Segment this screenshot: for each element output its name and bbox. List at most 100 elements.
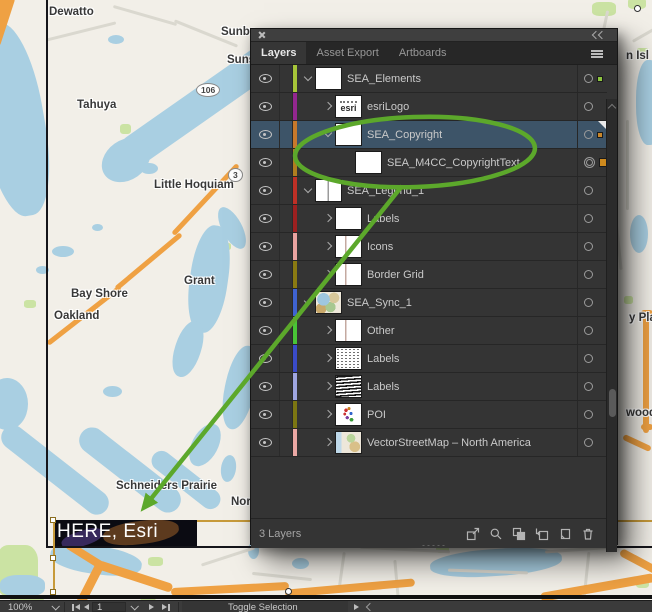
layer-name[interactable]: Icons	[367, 241, 577, 253]
layer-thumbnail[interactable]	[316, 292, 341, 313]
panel-scrollbar[interactable]	[606, 99, 617, 552]
visibility-toggle[interactable]	[251, 177, 280, 204]
layer-row[interactable]: SEA_Elements	[251, 65, 607, 93]
expand-arrow[interactable]	[324, 215, 332, 223]
collect-for-export-icon[interactable]	[466, 527, 480, 541]
expand-arrow[interactable]	[304, 75, 312, 83]
close-icon[interactable]	[257, 31, 265, 39]
zoom-level[interactable]: 100%	[8, 601, 32, 612]
target-circle[interactable]	[584, 130, 593, 139]
lock-toggle[interactable]	[280, 177, 293, 204]
lock-toggle[interactable]	[280, 121, 293, 148]
splitter-chevron-icon[interactable]	[367, 601, 373, 612]
layer-thumbnail[interactable]	[316, 180, 341, 201]
lock-toggle[interactable]	[280, 345, 293, 372]
layer-thumbnail[interactable]	[336, 320, 361, 341]
layer-name[interactable]: Border Grid	[367, 269, 577, 281]
expand-arrow[interactable]	[324, 355, 332, 363]
target-circle[interactable]	[584, 102, 593, 111]
panel-resize-handle[interactable]	[421, 544, 447, 547]
scrollbar-thumb[interactable]	[609, 389, 616, 417]
artboard-dropdown-icon[interactable]	[131, 601, 137, 612]
zoom-dropdown-icon[interactable]	[52, 601, 58, 612]
last-artboard-button[interactable]	[162, 601, 171, 612]
copyright-text-object[interactable]: HERE, Esri	[55, 520, 197, 546]
target-circle[interactable]	[584, 298, 593, 307]
layer-thumbnail[interactable]	[336, 376, 361, 397]
make-clipping-mask-icon[interactable]	[512, 527, 526, 541]
layer-name[interactable]: Labels	[367, 213, 577, 225]
visibility-toggle[interactable]	[251, 317, 280, 344]
expand-arrow[interactable]	[324, 411, 332, 419]
layer-name[interactable]: Labels	[367, 353, 577, 365]
layer-row[interactable]: esriesriLogo	[251, 93, 607, 121]
layer-row[interactable]: Labels	[251, 205, 607, 233]
expand-arrow[interactable]	[324, 383, 332, 391]
layer-row[interactable]: Border Grid	[251, 261, 607, 289]
anchor-point[interactable]	[634, 5, 641, 12]
layer-name[interactable]: SEA_Elements	[347, 73, 577, 85]
lock-toggle[interactable]	[280, 317, 293, 344]
layer-row[interactable]: SEA_Sync_1	[251, 289, 607, 317]
expand-arrow[interactable]	[324, 243, 332, 251]
layer-name[interactable]: SEA_Copyright	[367, 129, 577, 141]
tab-layers[interactable]: Layers	[251, 42, 306, 64]
lock-toggle[interactable]	[280, 93, 293, 120]
layer-thumbnail[interactable]	[356, 152, 381, 173]
layer-name[interactable]: SEA_Legend_1	[347, 185, 577, 197]
lock-toggle[interactable]	[280, 429, 293, 456]
layer-row[interactable]: SEA_M4CC_CopyrightText	[251, 149, 607, 177]
layer-thumbnail[interactable]	[336, 432, 361, 453]
anchor-point[interactable]	[285, 588, 292, 595]
target-circle[interactable]	[584, 270, 593, 279]
target-circle[interactable]	[584, 326, 593, 335]
layer-row[interactable]: POI	[251, 401, 607, 429]
layer-row[interactable]: Other	[251, 317, 607, 345]
target-circle[interactable]	[584, 242, 593, 251]
visibility-toggle[interactable]	[251, 65, 280, 92]
new-sublayer-icon[interactable]	[535, 527, 549, 541]
target-circle[interactable]	[584, 438, 593, 447]
target-circle[interactable]	[584, 214, 593, 223]
visibility-toggle[interactable]	[251, 289, 280, 316]
selection-handle[interactable]	[50, 589, 56, 595]
layer-thumbnail[interactable]	[336, 208, 361, 229]
visibility-toggle[interactable]	[251, 345, 280, 372]
layer-thumbnail[interactable]	[336, 348, 361, 369]
panel-menu-icon[interactable]	[591, 50, 603, 58]
new-layer-icon[interactable]	[558, 527, 572, 541]
target-circle[interactable]	[584, 410, 593, 419]
lock-toggle[interactable]	[280, 205, 293, 232]
next-artboard-button[interactable]	[149, 601, 154, 612]
target-circle[interactable]	[584, 354, 593, 363]
artboard-number-field[interactable]: 1	[92, 602, 126, 612]
target-circle[interactable]	[584, 74, 593, 83]
layer-name[interactable]: Other	[367, 325, 577, 337]
visibility-toggle[interactable]	[251, 261, 280, 288]
layer-name[interactable]: VectorStreetMap – North America	[367, 437, 577, 449]
expand-arrow[interactable]	[324, 439, 332, 447]
expand-arrow[interactable]	[324, 131, 332, 139]
tab-artboards[interactable]: Artboards	[389, 42, 457, 64]
layer-name[interactable]: Labels	[367, 381, 577, 393]
tab-asset-export[interactable]: Asset Export	[306, 42, 388, 64]
expand-arrow[interactable]	[324, 271, 332, 279]
lock-toggle[interactable]	[280, 233, 293, 260]
layer-row[interactable]: SEA_Legend_1	[251, 177, 607, 205]
lock-toggle[interactable]	[280, 65, 293, 92]
collapse-panel-icon[interactable]	[593, 32, 607, 39]
status-menu-label[interactable]: Toggle Selection	[228, 601, 298, 612]
selection-handle[interactable]	[50, 517, 56, 523]
lock-toggle[interactable]	[280, 401, 293, 428]
layer-thumbnail[interactable]	[336, 236, 361, 257]
layer-name[interactable]: esriLogo	[367, 101, 577, 113]
locate-object-icon[interactable]	[489, 527, 503, 541]
layer-row[interactable]: Icons	[251, 233, 607, 261]
visibility-toggle[interactable]	[251, 205, 280, 232]
visibility-toggle[interactable]	[251, 429, 280, 456]
layer-row[interactable]: Labels	[251, 373, 607, 401]
layer-name[interactable]: POI	[367, 409, 577, 421]
visibility-toggle[interactable]	[251, 121, 280, 148]
selection-handle[interactable]	[50, 555, 56, 561]
layer-row[interactable]: VectorStreetMap – North America	[251, 429, 607, 457]
